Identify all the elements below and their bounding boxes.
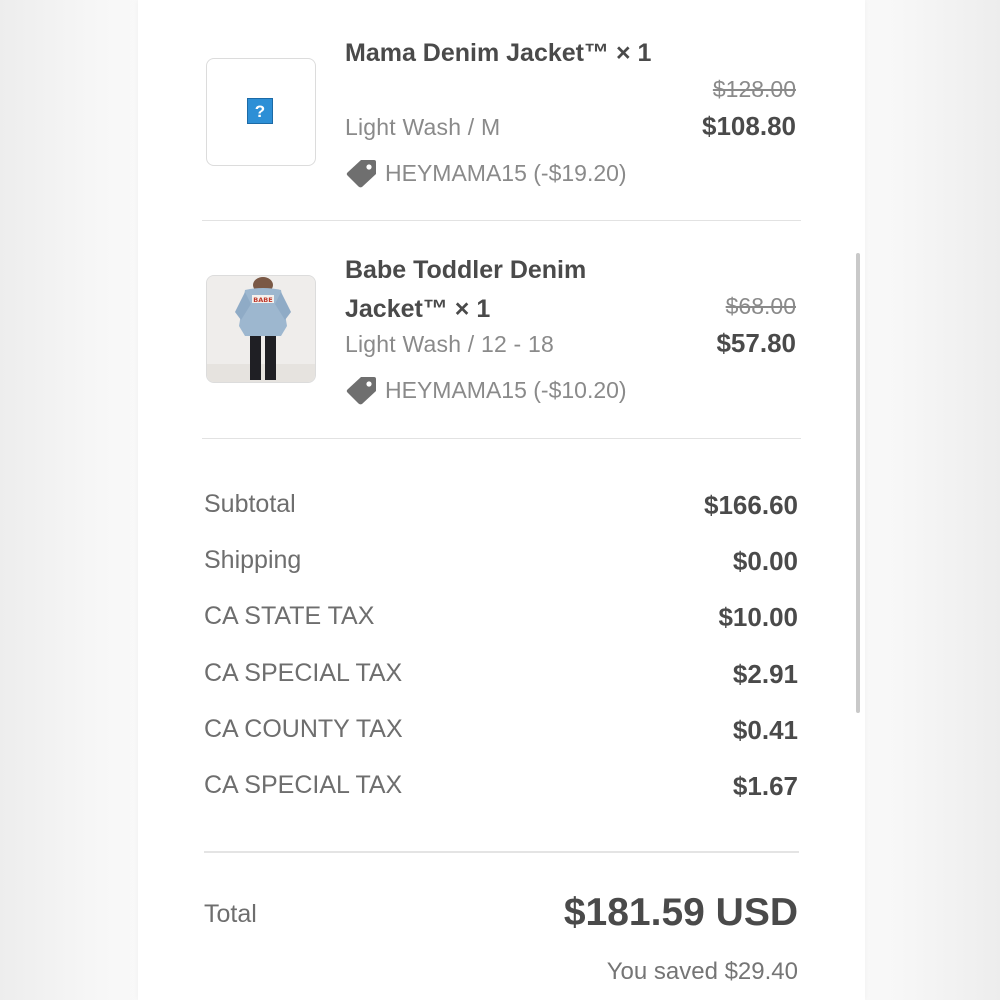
discounted-price: $108.80 [702, 111, 796, 141]
summary-value: $0.41 [732, 715, 798, 745]
summary-value: $1.67 [732, 771, 798, 801]
summary-row-shipping: Shipping $0.00 [204, 546, 800, 586]
scrollbar[interactable] [856, 253, 860, 713]
summary-label: Subtotal [204, 490, 296, 518]
product-thumbnail: BABE [206, 275, 316, 383]
original-price: $68.00 [725, 293, 796, 319]
product-name: Mama Denim Jacket™ × 1 [345, 39, 652, 67]
summary-label: CA SPECIAL TAX [204, 659, 403, 687]
summary-label: Shipping [204, 546, 302, 574]
summary-value: $0.00 [732, 546, 798, 576]
summary-value: $2.91 [732, 659, 798, 689]
summary-label: CA STATE TAX [204, 602, 375, 630]
line-item: ? Mama Denim Jacket™ × 1 Light Wash / M … [206, 34, 800, 224]
tag-icon [346, 377, 376, 405]
tag-icon [346, 160, 376, 188]
toddler-jacket-photo: BABE [207, 276, 315, 382]
discount-code: HEYMAMA15 (-$10.20) [345, 375, 627, 405]
discounted-price: $57.80 [716, 328, 796, 358]
summary-label: CA SPECIAL TAX [204, 771, 403, 799]
divider [202, 438, 801, 439]
product-thumbnail: ? [206, 58, 316, 166]
discount-label: HEYMAMA15 (-$19.20) [385, 159, 627, 186]
patch-text: BABE [253, 296, 272, 304]
summary-row-special-tax-2: CA SPECIAL TAX $1.67 [204, 771, 800, 811]
line-item: BABE Babe Toddler Denim Jacket™ × 1 Ligh… [206, 251, 800, 441]
discount-code: HEYMAMA15 (-$19.20) [345, 158, 627, 188]
total-label: Total [204, 900, 257, 928]
divider [202, 220, 801, 221]
summary-row-special-tax: CA SPECIAL TAX $2.91 [204, 659, 800, 699]
summary-row-subtotal: Subtotal $166.60 [204, 490, 800, 530]
summary-row-state-tax: CA STATE TAX $10.00 [204, 602, 800, 642]
summary-value: $10.00 [718, 602, 798, 632]
original-price: $128.00 [712, 76, 796, 102]
total-amount: $181.59 USD [563, 891, 798, 934]
summary-label: CA COUNTY TAX [204, 715, 403, 743]
summary-row-county-tax: CA COUNTY TAX $0.41 [204, 715, 800, 755]
divider [204, 851, 799, 853]
savings-text: You saved $29.40 [606, 958, 798, 985]
product-variant: Light Wash / 12 - 18 [345, 331, 554, 357]
summary-value: $166.60 [704, 490, 798, 520]
broken-image-icon: ? [247, 98, 273, 124]
product-name: Babe Toddler Denim Jacket™ × 1 [345, 256, 587, 323]
discount-label: HEYMAMA15 (-$10.20) [385, 376, 627, 403]
product-variant: Light Wash / M [345, 114, 501, 140]
